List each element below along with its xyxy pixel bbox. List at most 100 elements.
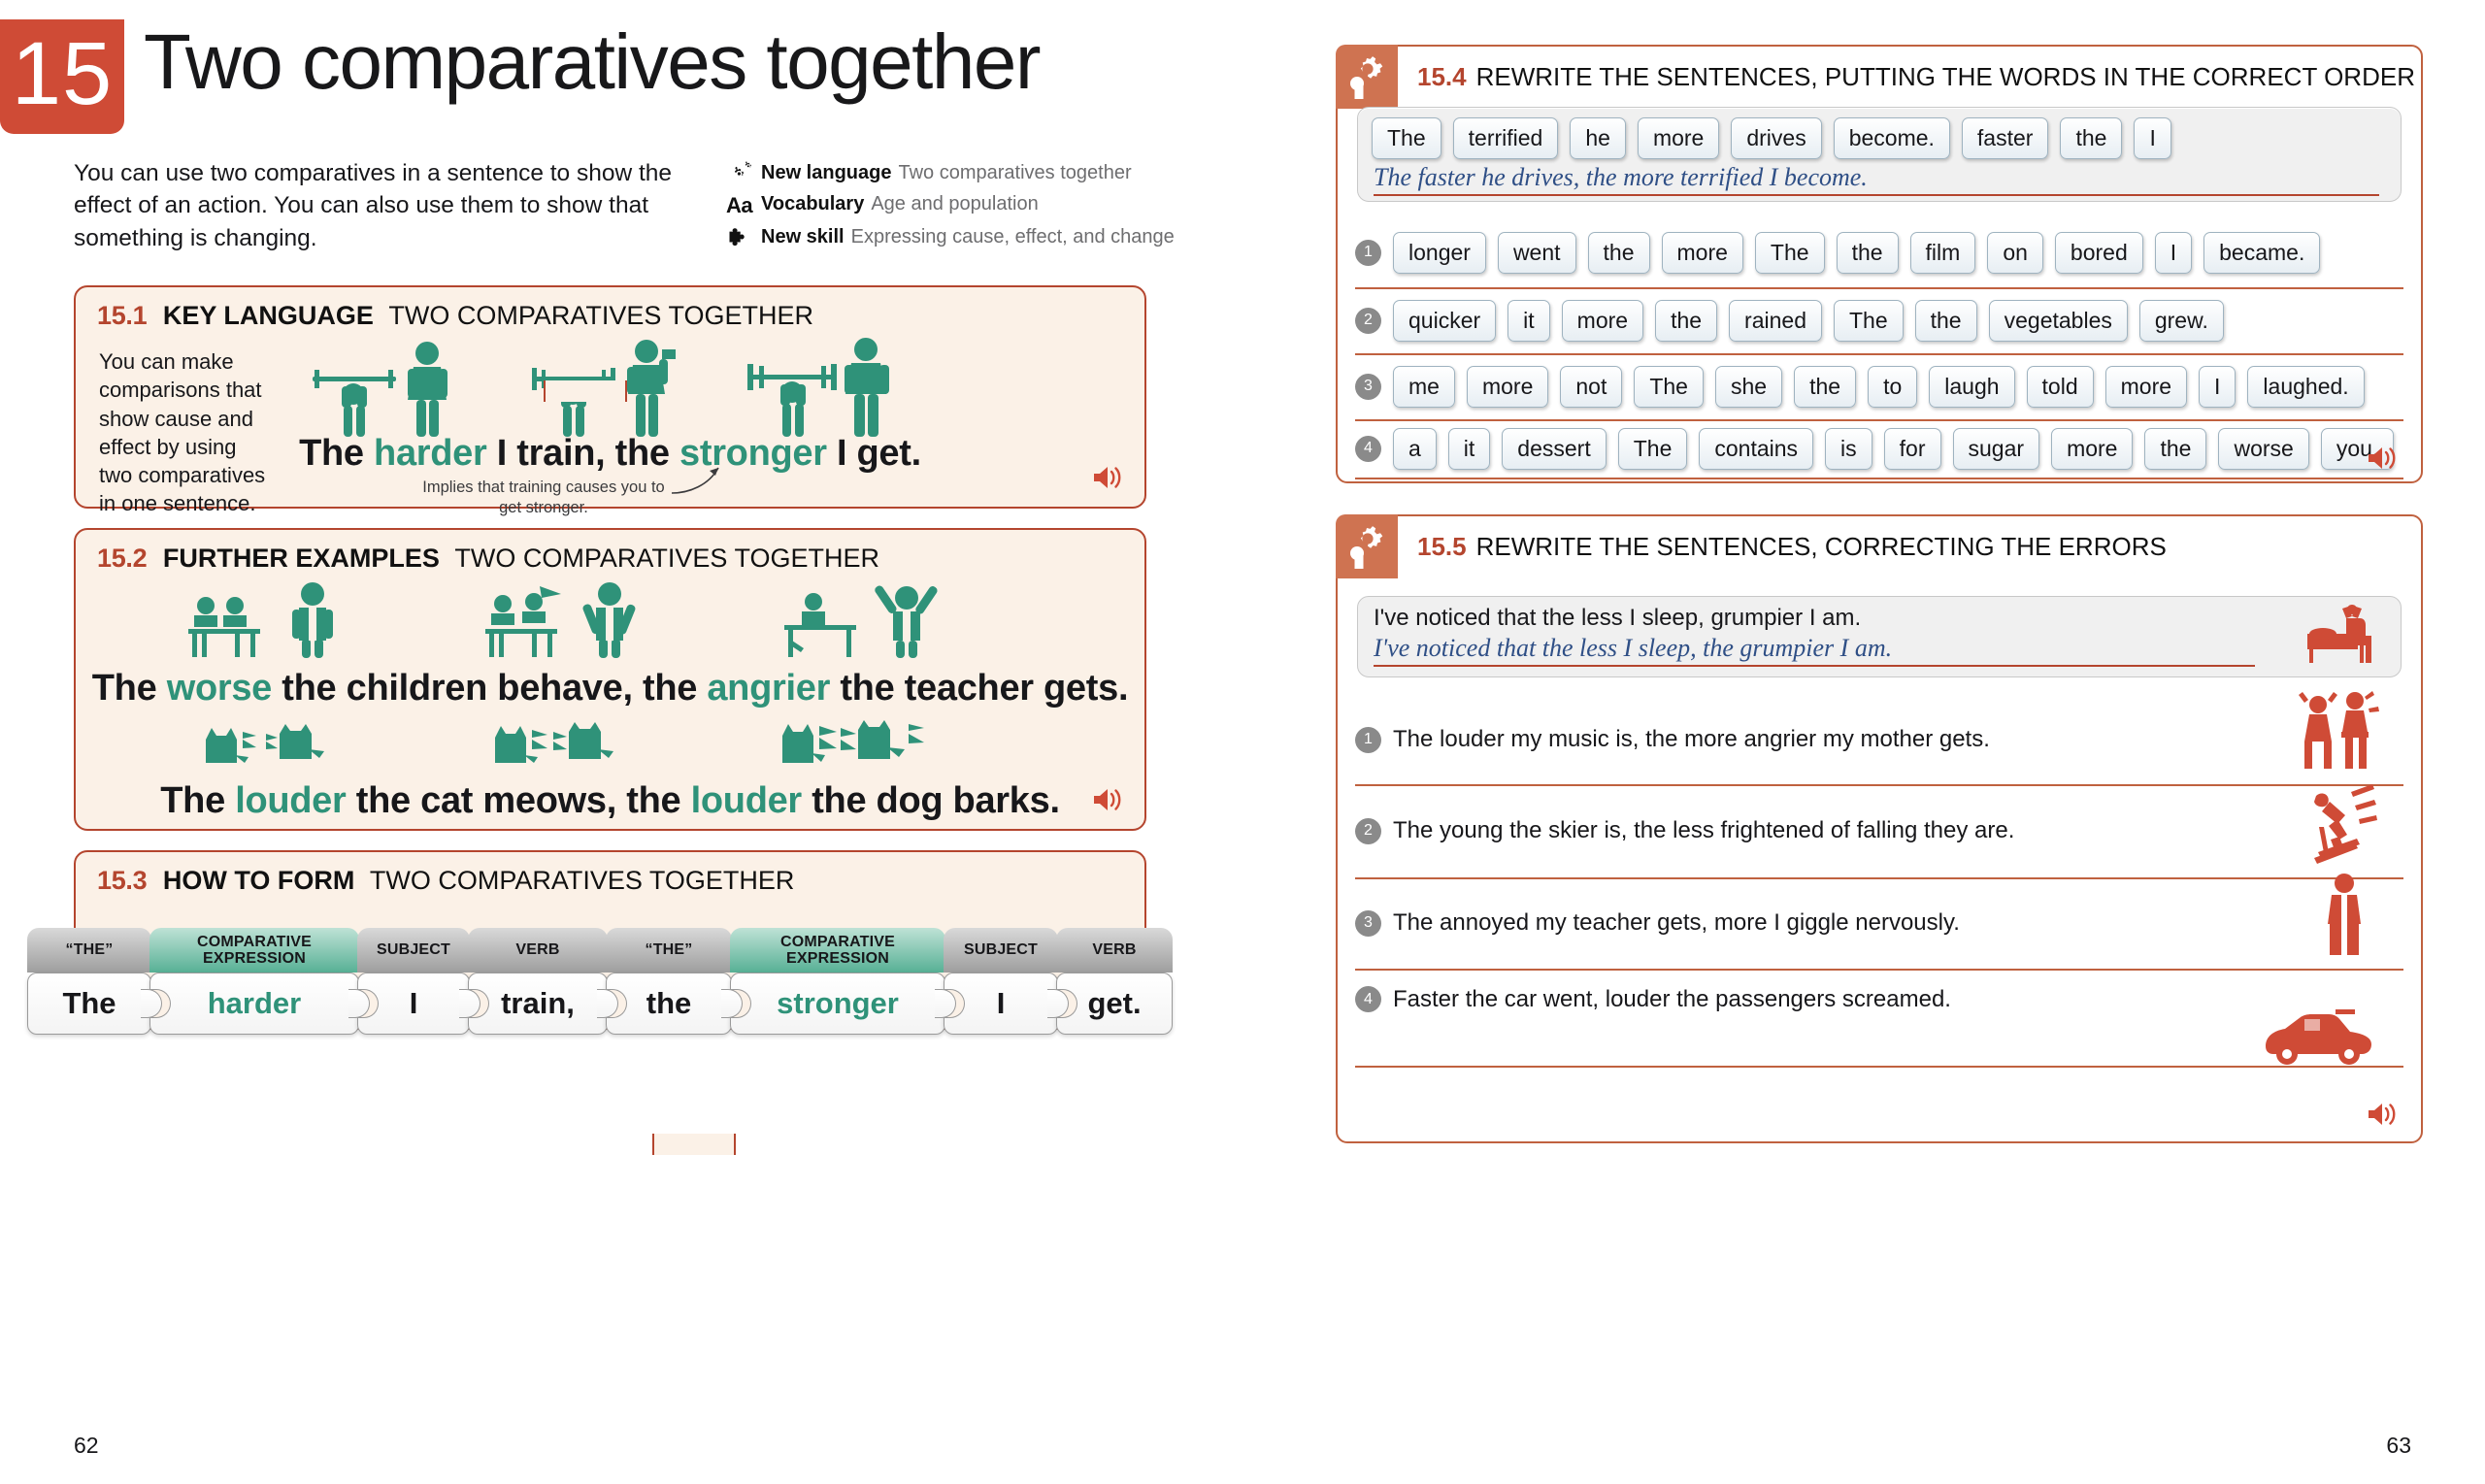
word-tile[interactable]: not [1560, 365, 1623, 408]
sentence-part: I get. [826, 433, 921, 474]
form-value-text: train, [501, 986, 575, 1020]
word-tile[interactable]: to [1868, 365, 1918, 408]
speaker-icon[interactable] [1092, 465, 1123, 495]
exercise-15-5-item-1: 1 The louder my music is, the more angri… [1355, 691, 2403, 784]
form-table: “THE” The COMPARATIVE EXPRESSION harder [27, 928, 1173, 1035]
page-number-right: 63 [2386, 1433, 2411, 1458]
word-tile[interactable]: laugh [1929, 365, 2015, 408]
meta-row-vocabulary: Aa Vocabulary Age and population [726, 192, 1250, 219]
word-tile[interactable]: longer [1393, 231, 1486, 274]
form-cell-verb-2: VERB get. [1055, 928, 1173, 1035]
chapter-number-badge: 15 [0, 19, 124, 134]
row-divider [1355, 478, 2403, 479]
form-cell-the-2: “THE” the [605, 928, 743, 1035]
word-tile[interactable]: The [1754, 231, 1825, 274]
word-tile[interactable]: more [2104, 365, 2188, 408]
word-tile[interactable]: I [2199, 365, 2236, 408]
form-value: the [605, 973, 743, 1035]
word-tile[interactable]: she [1714, 365, 1783, 408]
item-sentence: The annoyed my teacher gets, more I gigg… [1393, 909, 1960, 936]
word-tile[interactable]: the [1587, 231, 1650, 274]
word-tile[interactable]: worse [2218, 427, 2309, 470]
word-tile[interactable]: become. [1833, 117, 1950, 159]
word-tile[interactable]: The [1833, 299, 1904, 342]
word-tile[interactable]: I [2154, 231, 2193, 274]
example-tiles: The terrified he more drives become. fas… [1358, 108, 2401, 159]
meta-row-new-skill: New skill Expressing cause, effect, and … [726, 225, 1250, 250]
word-tile[interactable]: the [2144, 427, 2207, 470]
exercise-15-5-header: 15.5 REWRITE THE SENTENCES, CORRECTING TH… [1336, 514, 2421, 578]
form-cell-verb-1: VERB train, [467, 928, 618, 1035]
word-tile[interactable]: more [2051, 427, 2134, 470]
speaker-icon[interactable] [2367, 1102, 2398, 1132]
word-tile[interactable]: grew. [2138, 299, 2224, 342]
word-tile[interactable]: vegetables [1988, 299, 2128, 342]
example-answer-line: I've noticed that the less I sleep, the … [1374, 634, 2255, 667]
word-tile[interactable]: sugar [1952, 427, 2040, 470]
speaker-icon[interactable] [2367, 445, 2398, 476]
speaker-icon[interactable] [1092, 787, 1123, 817]
classroom-figure-row [184, 580, 951, 665]
cat-dog-figure-row [196, 716, 938, 781]
section-kicker: HOW TO FORM [162, 866, 355, 895]
exercise-number: 15.4 [1417, 61, 1467, 91]
word-tile[interactable]: told [2026, 365, 2094, 408]
word-tile[interactable]: the [2060, 117, 2123, 159]
word-tile[interactable]: quicker [1393, 299, 1497, 342]
form-header: VERB [1056, 928, 1173, 973]
skier-icon [2295, 782, 2382, 873]
word-tile[interactable]: drives [1731, 117, 1822, 159]
word-tile[interactable]: contains [1699, 427, 1814, 470]
left-page: 15 Two comparatives together You can use… [0, 0, 1301, 1484]
word-tile[interactable]: me [1393, 365, 1455, 408]
word-tile[interactable]: the [1794, 365, 1857, 408]
word-tile[interactable]: laughed. [2247, 365, 2365, 408]
word-tile[interactable]: for [1883, 427, 1941, 470]
word-tile[interactable]: film [1909, 231, 1976, 274]
word-tile[interactable]: terrified [1452, 117, 1559, 159]
form-header: “THE” [606, 928, 732, 973]
item-number: 4 [1355, 986, 1381, 1012]
word-tile[interactable]: the [1836, 231, 1899, 274]
word-tile[interactable]: dessert [1502, 427, 1607, 470]
section-15-2-example-sentence-2: The louder the cat meows, the louder the… [76, 780, 1144, 822]
word-tile[interactable]: more [1637, 117, 1720, 159]
item-number: 2 [1355, 307, 1381, 334]
section-15-2-example-sentence-1: The worse the children behave, the angri… [76, 668, 1144, 709]
word-tile[interactable]: more [1561, 299, 1644, 342]
form-cell-subject-2: SUBJECT I [943, 928, 1069, 1035]
item-tiles: longer went the more The the film on bor… [1393, 231, 2332, 274]
example-answer-text: I've noticed that the less I sleep, the … [1374, 634, 1893, 662]
form-value: I [356, 973, 480, 1035]
word-tile[interactable]: a [1393, 427, 1437, 470]
word-tile[interactable]: the [1914, 299, 1977, 342]
word-tile[interactable]: on [1987, 231, 2043, 274]
word-tile[interactable]: is [1825, 427, 1872, 470]
sentence-part: the children behave, the [272, 668, 708, 709]
form-value-text: the [646, 986, 692, 1020]
word-tile[interactable]: more [1466, 365, 1549, 408]
gear-icon [1336, 514, 1398, 578]
word-tile[interactable]: bored [2054, 231, 2143, 274]
word-tile[interactable]: the [1655, 299, 1718, 342]
word-tile[interactable]: The [1372, 117, 1441, 159]
word-tile[interactable]: faster [1961, 117, 2049, 159]
word-tile[interactable]: rained [1729, 299, 1822, 342]
form-cell-the-1: “THE” The [27, 928, 162, 1035]
intro-paragraph: You can use two comparatives in a senten… [74, 160, 673, 251]
example-answer-line: The faster he drives, the more terrified… [1374, 163, 2379, 196]
word-tile[interactable]: I [2134, 117, 2171, 159]
word-tile[interactable]: it [1447, 427, 1491, 470]
word-tile[interactable]: more [1661, 231, 1743, 274]
word-tile[interactable]: it [1508, 299, 1550, 342]
form-header: SUBJECT [357, 928, 470, 973]
item-number: 3 [1355, 909, 1381, 937]
word-tile[interactable]: became. [2203, 231, 2321, 274]
cat-dog-scene-1-icon [196, 716, 359, 781]
word-tile[interactable]: he [1570, 117, 1626, 159]
word-tile[interactable]: went [1497, 231, 1576, 274]
word-tile[interactable]: The [1617, 427, 1688, 470]
gear-icon [1336, 45, 1398, 109]
form-value-text: The [62, 986, 116, 1020]
word-tile[interactable]: The [1634, 365, 1704, 408]
